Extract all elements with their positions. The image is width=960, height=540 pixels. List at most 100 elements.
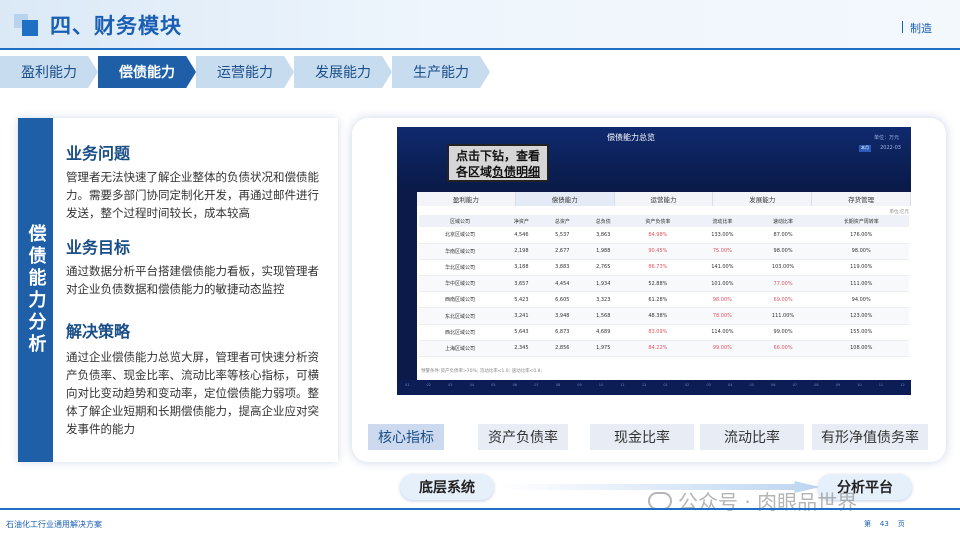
table-header-cell[interactable]: 总资产 [541,215,583,227]
table-cell: 99.00% [752,324,814,341]
table-cell: 98.00% [692,291,753,309]
table-cell: 华北区域公司 [419,259,501,277]
timeline-tick[interactable]: 11 [879,383,883,392]
timeline-tick[interactable]: 04 [470,383,474,392]
tab-solvency[interactable]: 偿债能力 [98,56,196,88]
table-cell: 1,934 [582,275,624,293]
table-cell: 北京区域公司 [419,227,501,244]
table-header-cell[interactable]: 资产负债率 [623,215,692,227]
header-bar: 四、财务模块 制造 [0,0,960,50]
table-cell: 111.00% [813,275,909,293]
date-value[interactable]: 2022-03 [880,145,901,151]
tab-production[interactable]: 生产能力 [392,56,490,88]
solvency-table: 区域公司 净资产 总资产 总负债 资产负债率 流动比率 速动比率 长期资产周转率 北京区域公司… [419,215,909,358]
timeline-tick[interactable]: 09 [577,383,581,392]
timeline-tick[interactable]: 12 [900,383,904,392]
table-header-cell[interactable]: 长期资产周转率 [813,215,909,227]
table-row[interactable]: 上海区域公司 2,345 2,856 1,975 84.22% 99.00% 66.00% 1… [419,340,909,358]
side-label: 偿债能力分析 [25,224,47,356]
timeline-tick[interactable]: 01 [405,383,409,392]
solvency-table-panel: 盈利能力 偿债能力 运营能力 发展能力 存货管理 单位:亿元 区域公司 净资产 总资… [417,192,911,380]
drilldown-callout: 点击下钻，查看 各区域负债明细 [447,144,549,182]
timeline-tick[interactable]: 08 [814,383,818,392]
callout-line-1: 点击下钻，查看 [455,149,540,163]
timeline-tick[interactable]: 04 [728,383,732,392]
inner-tab-solvency[interactable]: 偿债能力 [515,192,615,206]
timeline-tick[interactable]: 08 [556,383,560,392]
table-cell: 华中区域公司 [419,275,501,293]
table-row[interactable]: 北京区域公司 4,546 5,537 3,863 84.98% 133.00% 87.00%… [419,227,909,244]
table-cell: 90.45% [623,243,692,260]
warning-note: 预警条件:资产负债率>70%; 流动比率<1.0; 速动比率<0.8; [421,369,543,374]
table-cell: 52.88% [623,275,692,293]
table-header-cell[interactable]: 总负债 [582,215,624,227]
table-cell: 4,689 [582,324,624,341]
table-row[interactable]: 东北区域公司 3,241 3,948 1,568 48.38% 78.00% 111.00%… [419,307,909,325]
dashboard-card: 偿债能力总览 单位：万元 本月 2022-03 点击下钻，查看 各区域负债明细 … [352,118,946,462]
tab-development[interactable]: 发展能力 [294,56,392,88]
dashboard-unit: 单位：万元 [873,135,899,141]
table-cell: 3,657 [500,275,542,293]
inner-tab-profitability[interactable]: 盈利能力 [417,192,516,206]
inner-tab-operations[interactable]: 运营能力 [614,192,714,206]
callout-link[interactable]: 负债明细 [492,165,540,179]
watermark: 公众号 · 肉眼品世界 [648,486,857,515]
timeline-tick[interactable]: 10 [857,383,861,392]
table-cell: 119.00% [813,259,909,277]
page-num: 43 [879,520,889,528]
inner-tab-development[interactable]: 发展能力 [713,192,813,206]
table-cell: 2,856 [541,340,583,358]
table-header-cell[interactable]: 速动比率 [752,215,814,227]
table-row[interactable]: 西北区域公司 5,643 6,873 4,689 83.09% 114.00% 99.00%… [419,324,909,341]
table-cell: 4,546 [500,227,542,244]
table-cell: 5,643 [500,324,542,341]
timeline-tick[interactable]: 06 [771,383,775,392]
timeline-tick[interactable]: 05 [750,383,754,392]
dashboard-title: 偿债能力总览 [607,133,655,142]
header-divider [0,48,960,50]
table-cell: 111.00% [752,307,814,325]
table-header-cell[interactable]: 流动比率 [692,215,753,227]
section-title-goal: 业务目标 [66,238,131,257]
table-row[interactable]: 西南区域公司 5,423 6,605 3,323 61.28% 98.00% 69.00% 9… [419,291,909,309]
watermark-text: 公众号 · 肉眼品世界 [678,490,858,514]
section-body-problem: 管理者无法快速了解企业整体的负债状况和偿债能力。需要多部门协同定制化开发，再通过… [66,170,319,220]
tab-profitability[interactable]: 盈利能力 [0,56,98,88]
date-period-button[interactable]: 本月 [859,145,871,152]
table-cell: 98.00% [752,243,814,260]
timeline-tick[interactable]: 03 [448,383,452,392]
timeline-tick[interactable]: 09 [836,383,840,392]
timeline-tick[interactable]: 07 [534,383,538,392]
chip-debt-ratio[interactable]: 资产负债率 [478,424,568,450]
table-row[interactable]: 华北区域公司 3,188 3,883 2,765 86.73% 141.00% 103.00… [419,259,909,277]
timeline-bar: 01 02 03 04 05 06 07 08 09 10 11 12 01 02 03 04 05 06 07 08… [397,380,911,395]
chip-current-ratio[interactable]: 流动比率 [700,424,804,450]
tab-operations[interactable]: 运营能力 [196,56,294,88]
table-row[interactable]: 华南区域公司 2,198 2,677 1,988 90.45% 75.00% 98.00% 9… [419,243,909,260]
timeline-tick[interactable]: 10 [599,383,603,392]
page-title: 四、财务模块 [50,14,182,38]
table-cell: 155.00% [813,324,909,341]
table-row[interactable]: 华中区域公司 3,657 4,454 1,934 52.88% 101.00% 77.00%… [419,275,909,293]
timeline-tick[interactable]: 03 [706,383,710,392]
table-cell: 6,873 [541,324,583,341]
timeline-tick[interactable]: 06 [513,383,517,392]
base-system-pill: 底层系统 [400,474,494,500]
inner-tab-inventory[interactable]: 存货管理 [812,192,911,206]
timeline-tick[interactable]: 07 [793,383,797,392]
section-body-strategy: 通过企业偿债能力总览大屏，管理者可快速分析资产负债率、现金比率、流动比率等核心指… [66,350,319,436]
timeline-tick[interactable]: 01 [663,383,667,392]
chip-tangible-net-debt[interactable]: 有形净值债务率 [812,424,928,450]
timeline-tick[interactable]: 02 [427,383,431,392]
timeline-tick[interactable]: 11 [620,383,624,392]
timeline-tick[interactable]: 05 [491,383,495,392]
table-cell: 77.00% [752,275,814,293]
chip-cash-ratio[interactable]: 现金比率 [590,424,694,450]
timeline-tick[interactable]: 12 [642,383,646,392]
table-header-cell[interactable]: 区域公司 [419,215,501,227]
timeline-tick[interactable]: 02 [685,383,689,392]
chip-core-metrics[interactable]: 核心指标 [368,424,444,450]
table-cell: 2,345 [500,340,542,358]
table-header-cell[interactable]: 净资产 [500,215,542,227]
side-label-bar: 偿债能力分析 [18,118,53,462]
